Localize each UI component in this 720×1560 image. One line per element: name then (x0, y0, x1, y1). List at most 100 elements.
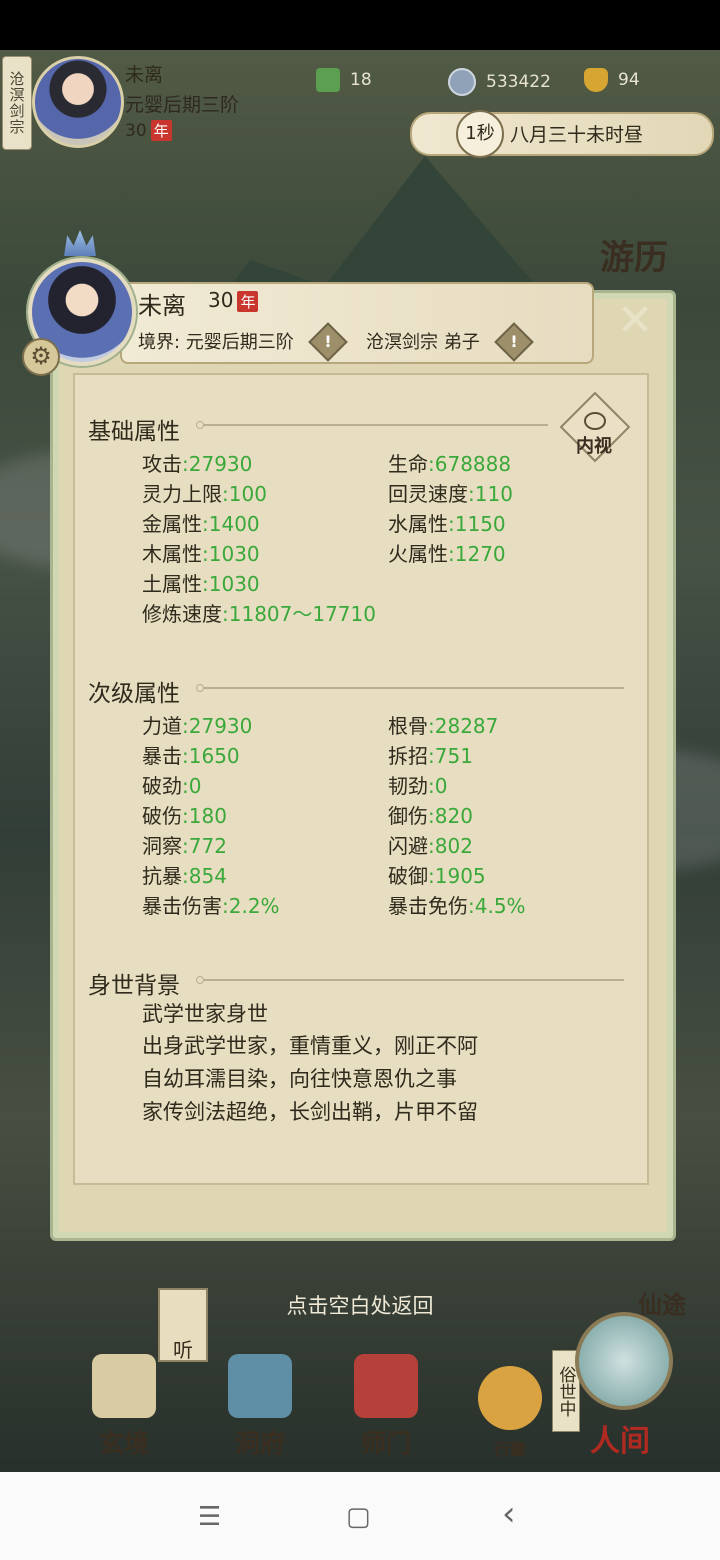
attribute-name: 破劲 (142, 774, 182, 798)
attribute-row: 金属性:1400 (142, 508, 260, 537)
attribute-row: 暴击免伤:4.5% (388, 890, 526, 919)
attribute-name: 攻击 (142, 452, 182, 476)
section-background-title: 身世背景 (88, 973, 180, 999)
travel-label: 游历 (600, 238, 668, 278)
attribute-value: :4.5% (468, 894, 526, 918)
nav-xingnang[interactable]: 行囊 (470, 1366, 550, 1460)
attribute-value: :110 (468, 482, 513, 506)
attribute-name: 修炼速度 (142, 602, 222, 626)
attribute-row: 木属性:1030 (142, 538, 260, 567)
attribute-value: :820 (428, 804, 473, 828)
attribute-row: 抗暴:854 (142, 860, 227, 889)
ingot-resource[interactable]: 94 (584, 68, 640, 92)
attribute-row: 破御:1905 (388, 860, 486, 889)
section-secondary-title: 次级属性 (88, 681, 180, 707)
attribute-row: 洞察:772 (142, 830, 227, 859)
attribute-value: :1270 (448, 542, 506, 566)
attribute-name: 闪避 (388, 834, 428, 858)
settings-gear-icon[interactable]: ⚙ (22, 338, 60, 376)
attribute-name: 御伤 (388, 804, 428, 828)
tap-to-return-hint[interactable]: 点击空白处返回 (0, 1290, 720, 1320)
attribute-value: :854 (182, 864, 227, 888)
banner-icon (354, 1354, 418, 1418)
sect-tag: 沧溟剑宗 (2, 56, 32, 150)
attribute-name: 破伤 (142, 804, 182, 828)
attribute-name: 暴击 (142, 744, 182, 768)
attribute-value: :27930 (182, 714, 253, 738)
player-avatar[interactable] (32, 56, 124, 148)
world-orb-icon (575, 1312, 673, 1410)
attribute-value: :1150 (448, 512, 506, 536)
time-speed-button[interactable]: 1秒 (456, 110, 504, 158)
background-line: 自幼耳濡目染，向往快意恩仇之事 (142, 1067, 457, 1091)
attribute-value: :2.2% (222, 894, 280, 918)
android-nav-bar: ☰ ▢ ‹ (0, 1472, 720, 1560)
game-time-bar[interactable]: 1秒 八月三十未时昼 (410, 110, 714, 158)
attribute-name: 破御 (388, 864, 428, 888)
attribute-value: :751 (428, 744, 473, 768)
character-age: 30 年 (208, 288, 259, 312)
inner-view-button[interactable]: 内视 (559, 391, 631, 463)
close-button[interactable]: ✕ (612, 299, 658, 346)
attribute-value: :180 (182, 804, 227, 828)
jade-resource[interactable]: 18 (316, 68, 372, 92)
attribute-name: 洞察 (142, 834, 182, 858)
attribute-name: 水属性 (388, 512, 448, 536)
back-icon[interactable]: ‹ (502, 1494, 516, 1534)
attribute-value: :678888 (428, 452, 512, 476)
attribute-row: 土属性:1030 (142, 568, 260, 597)
attribute-row: 御伤:820 (388, 800, 473, 829)
coin-count: 533422 (486, 72, 551, 92)
background-line: 武学世家身世 (142, 1002, 268, 1026)
nav-label: 洞府 (234, 1429, 285, 1458)
ingot-count: 94 (618, 70, 640, 90)
attribute-value: :11807～17710 (222, 602, 376, 626)
info-mark: ! (510, 332, 518, 351)
nav-dongfu[interactable]: 洞府 (220, 1354, 300, 1460)
attribute-name: 拆招 (388, 744, 428, 768)
attribute-value: :1650 (182, 744, 240, 768)
nav-renjian[interactable]: 人间 (575, 1312, 673, 1460)
menu-icon[interactable]: ☰ (198, 1502, 221, 1532)
nav-label: 人间 (590, 1424, 650, 1459)
eye-icon (584, 412, 606, 430)
nav-shimen[interactable]: 师门 (346, 1354, 426, 1460)
ingot-icon (584, 68, 608, 92)
year-badge: 年 (150, 120, 172, 141)
attribute-row: 力道:27930 (142, 710, 252, 739)
attribute-name: 暴击免伤 (388, 894, 468, 918)
attribute-row: 水属性:1150 (388, 508, 506, 537)
age-value: 30 (208, 288, 234, 312)
attribute-row: 拆招:751 (388, 740, 473, 769)
attribute-value: :0 (428, 774, 448, 798)
player-name: 未离 (125, 64, 164, 86)
attribute-value: :1030 (202, 572, 260, 596)
nav-label: 行囊 (493, 1440, 526, 1459)
nav-label: 师门 (360, 1429, 411, 1458)
attribute-row: 根骨:28287 (388, 710, 498, 739)
mortal-world-label: 俗世中 (555, 1365, 576, 1417)
home-icon[interactable]: ▢ (346, 1502, 371, 1532)
info-mark: ! (324, 332, 332, 351)
attribute-row: 攻击:27930 (142, 448, 252, 477)
bag-icon (478, 1366, 542, 1430)
attribute-row: 暴击伤害:2.2% (142, 890, 280, 919)
attribute-value: :1030 (202, 542, 260, 566)
attribute-row: 回灵速度:110 (388, 478, 513, 507)
attribute-row: 暴击:1650 (142, 740, 240, 769)
game-time-text: 八月三十未时昼 (510, 124, 644, 146)
section-divider (196, 421, 548, 429)
attribute-name: 火属性 (388, 542, 448, 566)
nav-xuanjing[interactable]: 玄境 (84, 1354, 164, 1460)
attribute-row: 破劲:0 (142, 770, 201, 799)
attribute-row: 破伤:180 (142, 800, 227, 829)
attribute-value: :28287 (428, 714, 499, 738)
attribute-row: 修炼速度:11807～17710 (142, 598, 376, 627)
attribute-row: 灵力上限:100 (142, 478, 267, 507)
listen-label: 听 (173, 1338, 193, 1362)
coin-resource[interactable]: 533422 (448, 68, 551, 96)
attribute-value: :1905 (428, 864, 486, 888)
attribute-row: 韧劲:0 (388, 770, 447, 799)
bottom-navigation: 听 仙途 俗世中 玄境 洞府 师门 行囊 人间 (0, 1288, 720, 1472)
attribute-name: 抗暴 (142, 864, 182, 888)
